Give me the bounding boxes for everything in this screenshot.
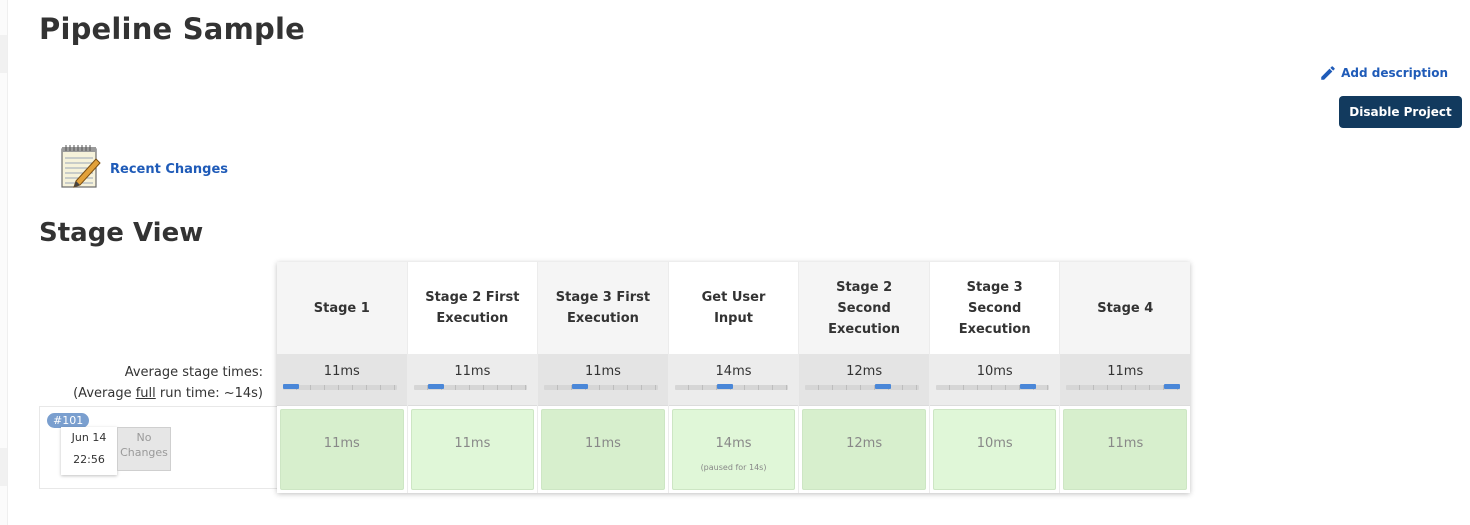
notepad-icon (61, 145, 101, 188)
edge-block (0, 448, 7, 486)
stage-time-bar (805, 384, 919, 390)
stage-cell-duration: 14ms (715, 436, 752, 451)
stage-cell[interactable]: 12ms (802, 409, 926, 490)
stage-average: 11ms (1060, 354, 1191, 406)
stage-average-time: 11ms (584, 364, 621, 379)
stage-average: 10ms (929, 354, 1060, 406)
stage-header: Get User Input (701, 290, 766, 326)
recent-changes[interactable]: Recent Changes (56, 143, 228, 191)
pencil-icon (1321, 66, 1335, 80)
stage-cell[interactable]: 11ms (280, 409, 404, 490)
average-full-suffix: run time: ~14s) (155, 386, 263, 401)
stage-header: Stage 3 First Execution (538, 262, 668, 354)
build-row[interactable]: #101 Jun 14 22:56 No Changes (39, 406, 277, 489)
stage-header: Stage 2 First Execution (425, 290, 520, 326)
stage-time-bar-fill (427, 384, 444, 389)
stage-column: Stage 1 11ms 11ms (277, 262, 407, 493)
average-full-run-time: (Average full run time: ~14s) (73, 383, 263, 404)
stage-column: Stage 3 Second Execution 10ms 10ms (928, 262, 1060, 493)
stage-cell-duration: 10ms (976, 436, 1013, 451)
stage-average-time: 14ms (715, 364, 752, 379)
stage-column: Stage 3 First Execution 11ms 11ms (537, 262, 668, 493)
stage-average-time: 11ms (1107, 364, 1144, 379)
stage-header: Stage 2 Second Execution (799, 262, 929, 354)
stage-average-time: 10ms (976, 364, 1013, 379)
stage-cell[interactable]: 10ms (932, 409, 1057, 490)
add-description-link[interactable]: Add description (1319, 64, 1448, 82)
stage-time-bar (544, 384, 658, 390)
average-full-prefix: (Average (73, 386, 136, 401)
stage-time-bar (413, 384, 528, 390)
stage-cell[interactable]: 11ms (410, 409, 535, 490)
stage-average-time: 11ms (454, 364, 491, 379)
edge-block (0, 35, 7, 73)
page-title: Pipeline Sample (39, 12, 305, 46)
stage-time-bar-fill (1164, 384, 1181, 389)
stage-average: 11ms (277, 354, 407, 406)
build-date-day: Jun 14 (71, 431, 107, 444)
disable-project-button[interactable]: Disable Project (1339, 96, 1462, 128)
stage-column: Get User Input 14ms 14ms (paused for 14s) (667, 262, 799, 493)
build-date-time: 22:56 (73, 453, 105, 466)
stage-average: 11ms (407, 354, 538, 406)
average-full-word: full (135, 386, 156, 401)
stage-average: 11ms (538, 354, 668, 406)
add-description-label: Add description (1341, 66, 1448, 80)
stage-view-title: Stage View (39, 218, 204, 248)
stage-cell[interactable]: 14ms (paused for 14s) (671, 409, 796, 490)
stage-time-bar (674, 384, 789, 390)
stage-column: Stage 2 Second Execution 12ms 12ms (798, 262, 929, 493)
changes-box[interactable]: No Changes (117, 427, 171, 471)
stage-average: 12ms (799, 354, 929, 406)
build-number-badge[interactable]: #101 (47, 413, 90, 428)
build-date: Jun 14 22:56 (61, 427, 117, 475)
stage-average-time: 12ms (846, 364, 883, 379)
left-edge-strip (0, 0, 8, 525)
stage-cell-duration: 11ms (584, 436, 621, 451)
stage-view-labels: Average stage times: (Average full run t… (39, 262, 277, 490)
stage-view-table: Stage 1 11ms 11ms Stage 2 First Execution 11… (277, 262, 1191, 493)
stage-cell-duration: 11ms (323, 436, 360, 451)
stage-column: Stage 2 First Execution 11ms 11ms (406, 262, 538, 493)
average-times-label: Average stage times: (Average full run t… (73, 362, 263, 404)
stage-cell-duration: 11ms (454, 436, 491, 451)
stage-average: 14ms (668, 354, 799, 406)
average-stage-times: Average stage times: (124, 365, 263, 380)
stage-header: Stage 3 Second Execution (958, 279, 1031, 337)
stage-time-bar-fill (1019, 384, 1036, 389)
stage-average-time: 11ms (323, 364, 360, 379)
stage-time-bar-fill (572, 384, 589, 389)
recent-changes-link[interactable]: Recent Changes (110, 162, 228, 177)
stage-time-bar (1066, 384, 1181, 390)
stage-time-bar (935, 384, 1050, 390)
stage-time-bar (283, 384, 397, 390)
stage-time-bar-fill (283, 384, 299, 389)
stage-cell-duration: 11ms (1107, 436, 1144, 451)
stage-cell[interactable]: 11ms (541, 409, 665, 490)
stage-time-bar-fill (716, 384, 733, 389)
stage-cell-note: (paused for 14s) (700, 463, 767, 472)
stage-header: Stage 1 (277, 262, 407, 354)
stage-cell-duration: 12ms (846, 436, 883, 451)
stage-column: Stage 4 11ms 11ms (1059, 262, 1191, 493)
stage-header: Stage 4 (1060, 262, 1191, 354)
stage-time-bar-fill (875, 384, 892, 389)
stage-cell[interactable]: 11ms (1063, 409, 1188, 490)
